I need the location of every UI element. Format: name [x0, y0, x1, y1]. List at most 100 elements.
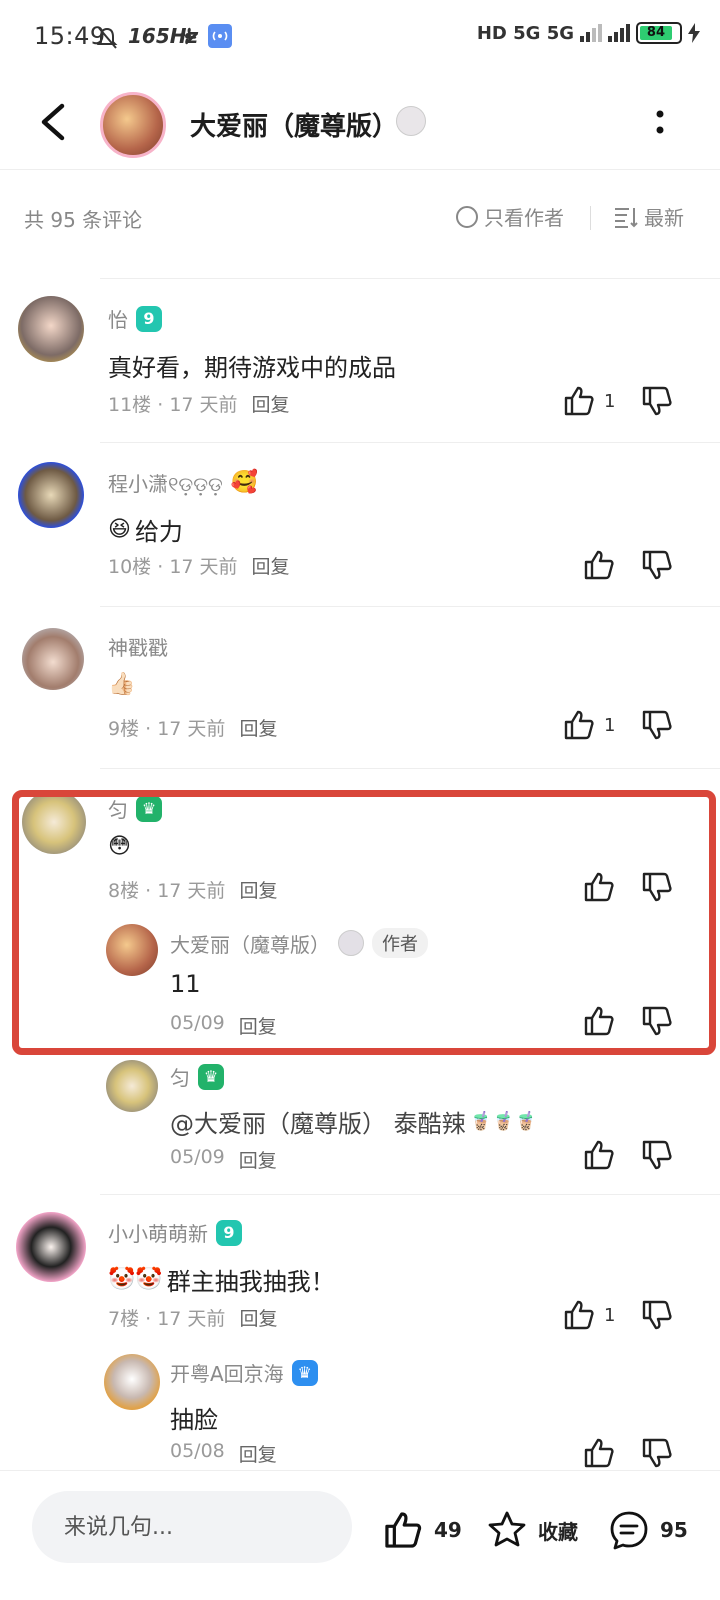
avatar[interactable] — [106, 1060, 158, 1112]
thumbs-down-icon[interactable] — [640, 1436, 674, 1470]
mute-icon — [96, 27, 118, 49]
reply-button[interactable]: 回复 — [252, 390, 290, 417]
comment-text: 真好看，期待游戏中的成品 — [108, 354, 396, 382]
avatar[interactable] — [18, 296, 84, 362]
title-badge-icon — [396, 106, 426, 136]
like-post-button[interactable]: 49 — [382, 1509, 462, 1551]
divider — [590, 206, 591, 230]
thumbs-down-icon[interactable] — [640, 384, 674, 418]
reply-button[interactable]: 回复 — [252, 552, 290, 579]
reply-username[interactable]: 匀 ♛ — [170, 1062, 224, 1091]
comment-meta: 11楼 · 17 天前 回复 — [108, 390, 290, 417]
user-emoji-icon: 🥰 — [230, 470, 259, 495]
thumbs-down-icon[interactable] — [640, 708, 674, 742]
divider — [100, 768, 720, 769]
comment-username[interactable]: 匀 ♛ — [108, 794, 162, 823]
thumbs-down-icon[interactable] — [640, 870, 674, 904]
level-badge-icon: 9 — [136, 305, 162, 332]
divider — [100, 1194, 720, 1195]
user-badge-icon — [338, 930, 364, 956]
reply-button[interactable]: 回复 — [239, 1146, 277, 1173]
sort-newest-button[interactable]: 最新 — [614, 202, 684, 231]
reply-meta: 05/09 回复 — [170, 1012, 277, 1039]
comment-username[interactable]: 怡 9 — [108, 304, 162, 333]
star-icon — [488, 1511, 526, 1547]
comment-username[interactable]: 程小潇୧ଡ଼ଡ଼ଡ଼ 🥰 — [108, 468, 258, 497]
thumbs-up-icon[interactable] — [582, 870, 616, 904]
status-time: 15:49 — [34, 22, 106, 50]
more-options-icon[interactable] — [650, 106, 670, 140]
comment-meta: 10楼 · 17 天前 回复 — [108, 552, 290, 579]
charging-icon — [688, 23, 700, 43]
comment-input[interactable] — [32, 1491, 352, 1563]
thumbs-up-icon — [564, 1300, 594, 1330]
comment-username[interactable]: 小小萌萌新 9 — [108, 1218, 242, 1247]
thumbs-up-icon[interactable] — [582, 548, 616, 582]
bottom-action-bar: 49 收藏 95 — [0, 1470, 720, 1600]
divider — [100, 278, 720, 279]
avatar[interactable] — [16, 1212, 86, 1282]
only-author-toggle[interactable]: 只看作者 — [456, 202, 564, 231]
battery-icon: 84 — [636, 22, 682, 44]
avatar[interactable] — [22, 628, 84, 690]
comment-text: 😆 给力 — [108, 517, 183, 546]
divider — [100, 606, 720, 607]
reply-username[interactable]: 大爱丽（魔尊版） 作者 — [170, 928, 428, 958]
status-bar: 15:49 165Hz HD 5G 5G 84 — [0, 0, 720, 72]
signal-icon-2 — [608, 24, 630, 42]
hotspot-icon — [208, 24, 232, 48]
comment-text: 😳 — [108, 834, 131, 859]
comments-button[interactable]: 95 — [608, 1509, 688, 1551]
comment-count: 共 95 条评论 — [24, 208, 143, 232]
avatar[interactable] — [106, 924, 158, 976]
top-header: 大爱丽（魔尊版） — [0, 72, 720, 170]
thumbs-down-icon[interactable] — [640, 548, 674, 582]
reply-button[interactable]: 回复 — [239, 1304, 277, 1331]
thumbs-down-icon[interactable] — [640, 1004, 674, 1038]
trophy-badge-icon: ♛ — [198, 1063, 224, 1090]
author-avatar[interactable] — [100, 92, 166, 158]
thumbs-down-icon[interactable] — [640, 1138, 674, 1172]
back-arrow-icon[interactable] — [36, 100, 76, 144]
like-button[interactable]: 1 — [562, 384, 615, 418]
comment-count-total: 95 — [660, 1518, 688, 1542]
reply-username[interactable]: 开粤A回京海 ♛ — [170, 1358, 318, 1387]
like-count: 49 — [434, 1518, 462, 1542]
reply-meta: 05/09 回复 — [170, 1146, 277, 1173]
level-badge-icon: 9 — [216, 1219, 242, 1246]
avatar[interactable] — [18, 462, 84, 528]
thumbs-up-icon[interactable] — [582, 1436, 616, 1470]
thumbs-down-icon[interactable] — [640, 1298, 674, 1332]
reply-button[interactable]: 回复 — [239, 1440, 277, 1467]
like-button[interactable]: 1 — [562, 1298, 615, 1332]
favorite-button[interactable]: 收藏 — [486, 1509, 578, 1551]
page-title: 大爱丽（魔尊版） — [190, 112, 399, 142]
avatar[interactable] — [104, 1354, 160, 1410]
fan-icon — [179, 27, 197, 45]
reply-button[interactable]: 回复 — [239, 714, 277, 741]
happy-face-icon: 😆 — [108, 517, 131, 542]
favorite-label: 收藏 — [538, 1519, 578, 1544]
trophy-badge-icon: ♛ — [291, 1359, 318, 1386]
reply-text: 11 — [170, 970, 201, 998]
author-tag: 作者 — [372, 928, 428, 958]
signal-icon — [580, 24, 602, 42]
comment-text: 🤡🤡 群主抽我抽我！ — [108, 1267, 335, 1296]
comment-meta: 9楼 · 17 天前 回复 — [108, 714, 277, 741]
thumbs-up-emoji-icon: 👍🏻 — [108, 672, 136, 697]
thumbs-up-icon[interactable] — [582, 1004, 616, 1038]
comment-username[interactable]: 神戳戳 — [108, 632, 168, 661]
sticker-icon: 🤡🤡 — [108, 1267, 163, 1292]
reply-button[interactable]: 回复 — [239, 1012, 277, 1039]
comment-bubble-icon — [610, 1511, 648, 1550]
only-author-label: 只看作者 — [484, 206, 564, 230]
sticker-icon: 🧋🧋🧋 — [469, 1111, 537, 1132]
reply-button[interactable]: 回复 — [239, 876, 277, 903]
avatar[interactable] — [22, 790, 86, 854]
like-button[interactable]: 1 — [562, 708, 615, 742]
flushed-face-icon: 😳 — [108, 834, 131, 859]
sort-label: 最新 — [644, 206, 684, 230]
thumbs-up-icon — [385, 1512, 422, 1548]
sort-icon — [615, 207, 638, 228]
thumbs-up-icon[interactable] — [582, 1138, 616, 1172]
